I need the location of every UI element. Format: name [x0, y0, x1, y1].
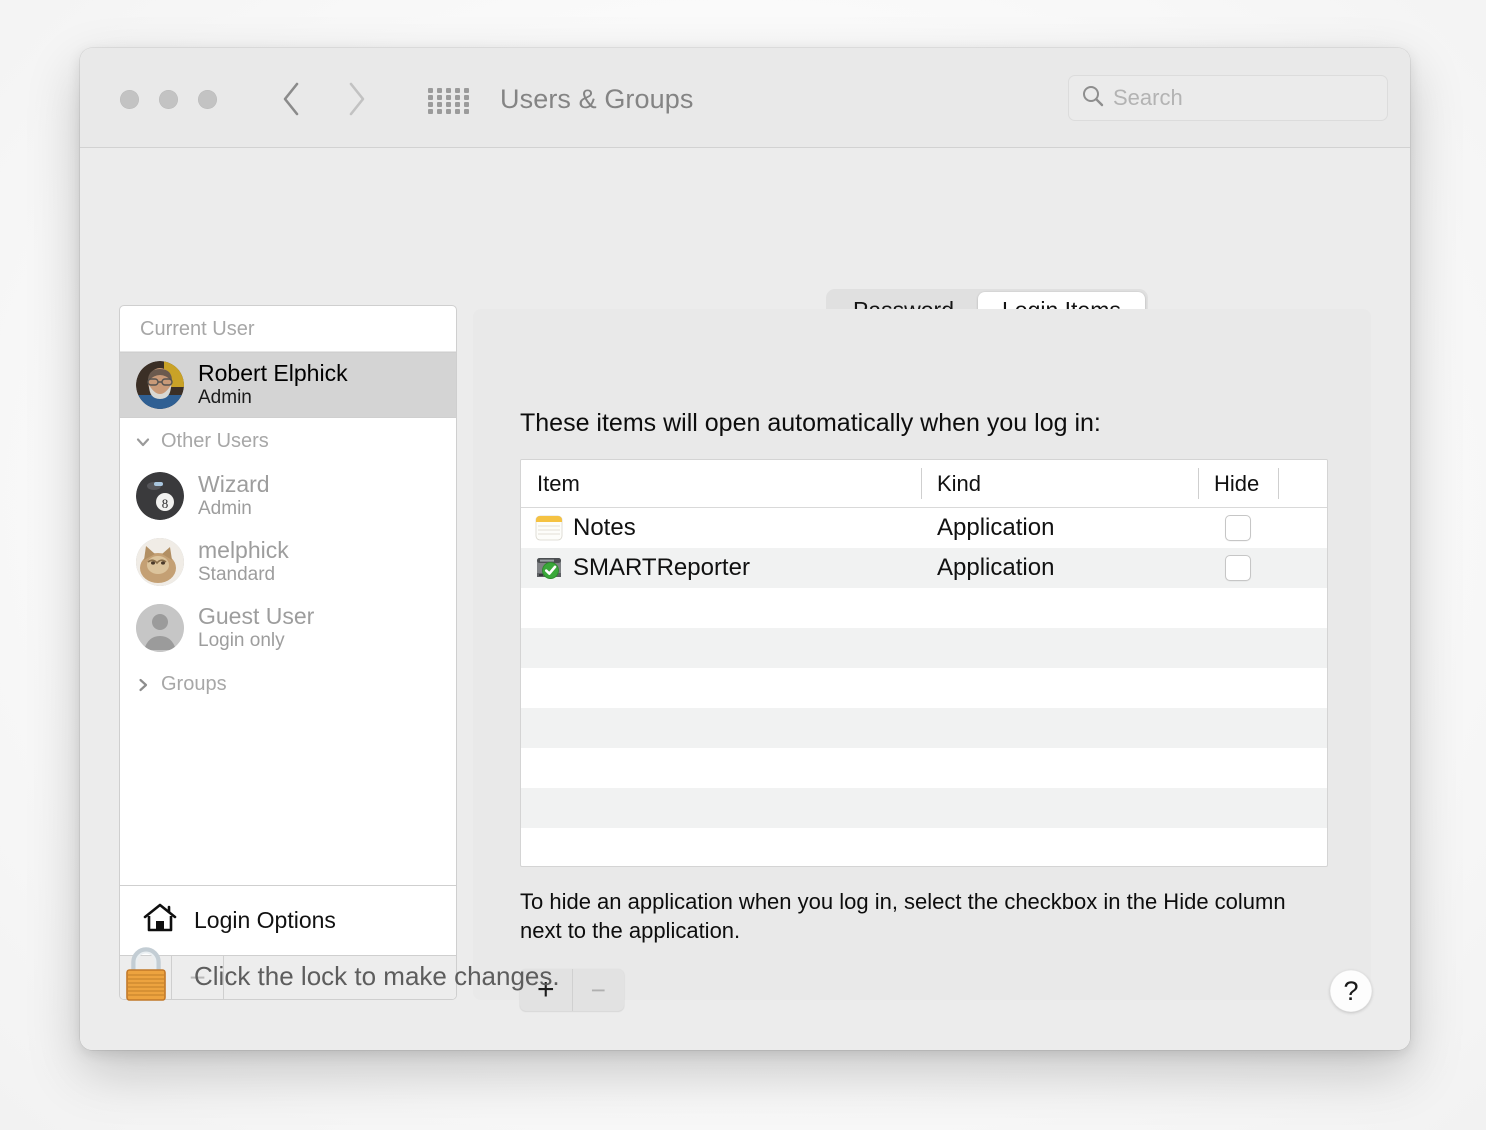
closed-padlock-icon[interactable] — [120, 945, 172, 1008]
user-name: Guest User — [198, 603, 315, 630]
table-row[interactable]: Notes Application — [521, 508, 1327, 548]
window-content: Current User Robert Elphick Admin Other … — [80, 148, 1410, 1050]
forward-button[interactable] — [342, 76, 372, 122]
notes-app-icon — [535, 514, 563, 542]
sidebar-item-robert-elphick[interactable]: Robert Elphick Admin — [120, 352, 456, 418]
table-header-row: Item Kind Hide — [521, 460, 1327, 508]
back-chevron-icon — [283, 82, 299, 116]
page-title: Users & Groups — [500, 84, 694, 114]
users-sidebar: Current User Robert Elphick Admin Other … — [119, 305, 457, 1000]
login-items-panel: These items will open automatically when… — [473, 309, 1371, 1011]
window-footer: Click the lock to make changes. ? — [80, 900, 1410, 1050]
item-name: SMARTReporter — [573, 554, 750, 581]
sidebar-user-text: Guest User Login only — [198, 603, 315, 652]
table-row-empty — [521, 708, 1327, 748]
item-kind: Application — [937, 554, 1055, 581]
search-icon — [1081, 84, 1105, 113]
cell-hide — [1198, 515, 1278, 541]
close-button[interactable] — [120, 90, 139, 109]
groups-header[interactable]: Groups — [120, 661, 456, 706]
avatar-melphick — [136, 538, 184, 586]
zoom-button[interactable] — [198, 90, 217, 109]
column-header-hide[interactable]: Hide — [1198, 460, 1278, 507]
login-items-table: Item Kind Hide Notes Application SMARTRe… — [520, 459, 1328, 867]
user-role: Admin — [198, 386, 252, 408]
cell-hide — [1198, 555, 1278, 581]
lock-area[interactable]: Click the lock to make changes. — [120, 945, 560, 1008]
chevron-right-icon — [139, 678, 148, 691]
minimize-button[interactable] — [159, 90, 178, 109]
table-row-empty — [521, 788, 1327, 828]
user-name: melphick — [198, 537, 289, 564]
cell-item: SMARTReporter — [521, 554, 921, 582]
sidebar-item-wizard[interactable]: 8 Wizard Admin — [120, 463, 456, 529]
other-users-label: Other Users — [161, 430, 269, 452]
help-button[interactable]: ? — [1330, 970, 1372, 1012]
traffic-lights — [120, 90, 217, 109]
avatar-wizard: 8 — [136, 472, 184, 520]
table-row-empty — [521, 828, 1327, 866]
item-kind: Application — [937, 514, 1055, 541]
user-role: Standard — [198, 563, 276, 585]
groups-label: Groups — [161, 673, 227, 695]
table-row-empty — [521, 588, 1327, 628]
search-field[interactable]: Search — [1068, 75, 1388, 121]
current-user-header: Current User — [120, 306, 456, 352]
sidebar-user-text: Robert Elphick Admin — [198, 360, 348, 409]
cell-kind: Application — [921, 554, 1198, 582]
avatar-robert-elphick — [136, 361, 184, 409]
sidebar-user-text: Wizard Admin — [198, 471, 270, 520]
chevron-down-icon — [136, 437, 150, 446]
column-header-spacer — [1278, 460, 1327, 507]
svg-text:8: 8 — [162, 496, 169, 511]
item-name: Notes — [573, 514, 636, 541]
navigation-buttons — [276, 76, 372, 122]
table-row-empty — [521, 668, 1327, 708]
window-titlebar: Users & Groups Search — [80, 48, 1410, 148]
cell-kind: Application — [921, 514, 1198, 542]
sidebar-item-melphick[interactable]: melphick Standard — [120, 529, 456, 595]
table-row[interactable]: SMARTReporter Application — [521, 548, 1327, 588]
search-placeholder: Search — [1113, 85, 1183, 110]
back-button[interactable] — [276, 76, 306, 122]
lock-message: Click the lock to make changes. — [194, 961, 560, 991]
column-header-item[interactable]: Item — [521, 460, 921, 507]
system-preferences-window: Users & Groups Search Current User Rober… — [80, 48, 1410, 1050]
cell-item: Notes — [521, 514, 921, 542]
hide-checkbox[interactable] — [1225, 515, 1251, 541]
show-all-grid-icon[interactable] — [428, 88, 472, 114]
hide-checkbox[interactable] — [1225, 555, 1251, 581]
empty-rows-container — [521, 588, 1327, 866]
smartreporter-app-icon — [535, 554, 563, 582]
table-row-empty — [521, 748, 1327, 788]
sidebar-item-guest-user[interactable]: Guest User Login only — [120, 595, 456, 661]
forward-chevron-icon — [349, 82, 365, 116]
sidebar-user-text: melphick Standard — [198, 537, 289, 586]
user-name: Wizard — [198, 471, 270, 498]
other-users-header[interactable]: Other Users — [120, 418, 456, 463]
user-role: Admin — [198, 497, 252, 519]
panel-heading: These items will open automatically when… — [520, 409, 1101, 437]
user-name: Robert Elphick — [198, 360, 348, 387]
table-row-empty — [521, 628, 1327, 668]
user-role: Login only — [198, 629, 285, 651]
column-header-kind[interactable]: Kind — [921, 460, 1198, 507]
avatar-guest-user — [136, 604, 184, 652]
